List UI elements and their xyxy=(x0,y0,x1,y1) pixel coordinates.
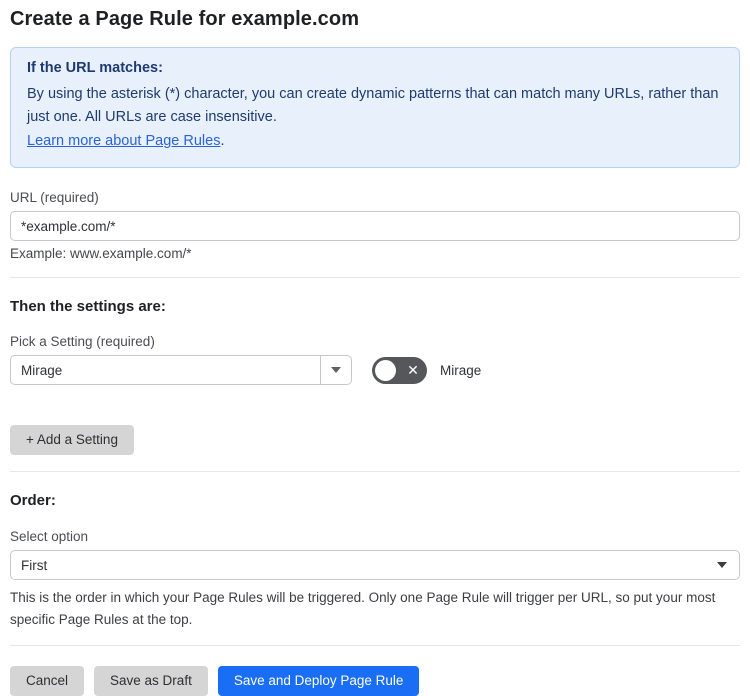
url-input[interactable] xyxy=(10,211,740,241)
chevron-down-icon xyxy=(331,367,341,373)
info-box-body: By using the asterisk (*) character, you… xyxy=(27,86,719,125)
order-section-heading: Order: xyxy=(10,492,56,509)
setting-select-arrow-section[interactable] xyxy=(320,356,351,384)
divider xyxy=(10,277,740,278)
add-setting-button[interactable]: + Add a Setting xyxy=(10,425,134,455)
footer-actions: Cancel Save as Draft Save and Deploy Pag… xyxy=(10,666,740,696)
toggle-knob xyxy=(375,359,396,381)
order-select[interactable]: First xyxy=(10,550,740,580)
mirage-toggle[interactable]: ✕ xyxy=(372,356,427,384)
select-option-label: Select option xyxy=(10,529,89,544)
x-icon: ✕ xyxy=(407,362,419,378)
page-title: Create a Page Rule for example.com xyxy=(10,8,360,30)
url-example-text: Example: www.example.com/* xyxy=(10,246,192,261)
divider xyxy=(10,471,740,472)
info-link-row: Learn more about Page Rules. xyxy=(27,130,723,153)
link-suffix: . xyxy=(220,133,225,149)
toggle-label: Mirage xyxy=(440,362,482,378)
save-as-draft-button[interactable]: Save as Draft xyxy=(94,666,208,696)
order-select-value: First xyxy=(21,557,48,573)
learn-more-link[interactable]: Learn more about Page Rules xyxy=(27,133,220,149)
url-match-info-box: If the URL matches: By using the asteris… xyxy=(10,47,740,168)
chevron-down-icon xyxy=(717,562,727,568)
info-box-heading: If the URL matches: xyxy=(27,60,163,76)
settings-section-heading: Then the settings are: xyxy=(10,298,166,315)
divider xyxy=(10,645,740,646)
setting-row: Mirage ✕ Mirage xyxy=(10,355,740,385)
cancel-button[interactable]: Cancel xyxy=(10,666,85,696)
pick-setting-label: Pick a Setting (required) xyxy=(10,334,155,349)
url-label: URL (required) xyxy=(10,190,99,205)
setting-select-value: Mirage xyxy=(21,362,63,378)
order-help-text: This is the order in which your Page Rul… xyxy=(10,590,716,627)
save-and-deploy-button[interactable]: Save and Deploy Page Rule xyxy=(217,666,420,696)
setting-select[interactable]: Mirage xyxy=(10,355,352,385)
